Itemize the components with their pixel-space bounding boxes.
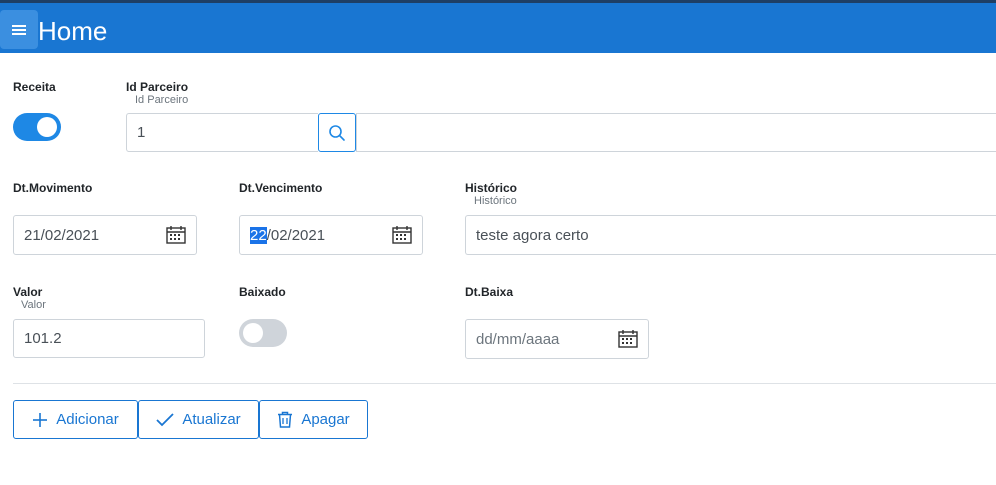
dt-vencimento-value: 22/02/2021 — [250, 226, 326, 244]
valor-sublabel: Valor — [21, 299, 46, 311]
search-parceiro-button[interactable] — [318, 113, 356, 152]
calendar-icon[interactable] — [392, 226, 412, 244]
historico-input[interactable]: teste agora certo — [465, 215, 996, 255]
apagar-button[interactable]: Apagar — [259, 400, 368, 439]
dt-vencimento-rest: /02/2021 — [266, 226, 326, 244]
receita-toggle[interactable] — [13, 113, 61, 141]
id-parceiro-input[interactable]: 1 — [126, 113, 318, 152]
top-app-bar: Home — [0, 0, 996, 53]
parceiro-name-field — [356, 113, 996, 152]
calendar-icon[interactable] — [618, 330, 638, 348]
form-divider — [13, 383, 996, 384]
dt-baixa-input[interactable]: dd/mm/aaaa — [465, 319, 649, 359]
valor-value: 101.2 — [24, 330, 62, 347]
atualizar-button[interactable]: Atualizar — [138, 400, 259, 439]
apagar-label: Apagar — [301, 411, 350, 428]
plus-icon — [33, 412, 48, 427]
page-title: Home — [38, 16, 108, 46]
dt-movimento-value: 21/02/2021 — [24, 226, 100, 244]
dt-baixa-placeholder: dd/mm/aaaa — [476, 330, 560, 348]
valor-input[interactable]: 101.2 — [13, 319, 205, 358]
baixado-toggle[interactable] — [239, 319, 287, 347]
dt-vencimento-label: Dt.Vencimento — [239, 181, 323, 195]
dt-vencimento-input[interactable]: 22/02/2021 — [239, 215, 423, 255]
valor-label: Valor — [13, 285, 43, 299]
search-icon — [329, 124, 345, 141]
calendar-icon[interactable] — [166, 226, 186, 244]
id-parceiro-label: Id Parceiro — [126, 80, 189, 94]
hamburger-menu-icon[interactable] — [0, 10, 38, 49]
dt-movimento-label: Dt.Movimento — [13, 181, 93, 195]
baixado-label: Baixado — [239, 285, 286, 299]
id-parceiro-value: 1 — [137, 124, 146, 141]
historico-label: Histórico — [465, 181, 518, 195]
id-parceiro-sublabel: Id Parceiro — [135, 94, 189, 106]
toggle-knob — [243, 323, 263, 343]
historico-value: teste agora certo — [476, 226, 589, 244]
historico-sublabel: Histórico — [474, 195, 517, 207]
dt-vencimento-selected-day: 22 — [250, 226, 267, 244]
dt-movimento-input[interactable]: 21/02/2021 — [13, 215, 197, 255]
toggle-knob — [37, 117, 57, 137]
trash-icon — [278, 411, 293, 428]
atualizar-label: Atualizar — [182, 411, 241, 428]
check-icon — [156, 412, 174, 426]
receita-label: Receita — [13, 80, 56, 94]
adicionar-label: Adicionar — [56, 411, 119, 428]
adicionar-button[interactable]: Adicionar — [13, 400, 138, 439]
dt-baixa-label: Dt.Baixa — [465, 285, 514, 299]
